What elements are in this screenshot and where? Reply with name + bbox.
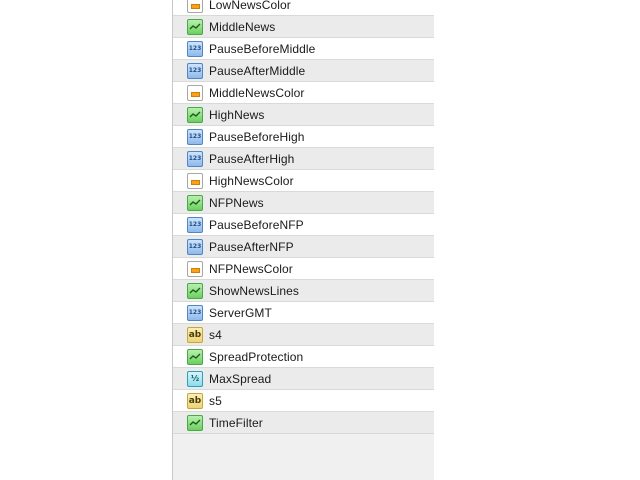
parameter-label: MiddleNewsColor xyxy=(209,85,305,100)
parameter-row[interactable]: ½ MaxSpread xyxy=(173,368,434,390)
double-half-icon: ½ xyxy=(187,370,203,387)
screen: LowNewsColor MiddleNews 123 PauseBeforeMidd… xyxy=(0,0,640,480)
parameter-row[interactable]: TimeFilter xyxy=(173,412,434,434)
parameter-row[interactable]: ShowNewsLines xyxy=(173,280,434,302)
int-123-icon: 123 xyxy=(187,40,203,57)
bool-icon xyxy=(187,18,203,35)
parameter-label: LowNewsColor xyxy=(209,0,291,12)
color-swatch-icon xyxy=(187,84,203,101)
parameter-label: NFPNews xyxy=(209,195,264,210)
color-swatch-icon xyxy=(187,0,203,13)
color-swatch-icon xyxy=(187,260,203,277)
string-ab-icon: ab xyxy=(187,326,203,343)
parameter-row[interactable]: 123 PauseAfterHigh xyxy=(173,148,434,170)
bool-icon xyxy=(187,194,203,211)
parameter-label: PauseBeforeMiddle xyxy=(209,41,316,56)
parameter-label: HighNewsColor xyxy=(209,173,294,188)
inputs-parameter-panel: LowNewsColor MiddleNews 123 PauseBeforeMidd… xyxy=(172,0,434,480)
parameter-row[interactable]: ab s4 xyxy=(173,324,434,346)
parameter-label: PauseAfterNFP xyxy=(209,239,294,254)
parameter-label: MaxSpread xyxy=(209,371,272,386)
panel-bottom-area xyxy=(173,451,434,480)
parameter-label: HighNews xyxy=(209,107,265,122)
parameter-label: s4 xyxy=(209,327,222,342)
parameter-list: LowNewsColor MiddleNews 123 PauseBeforeMidd… xyxy=(173,0,434,434)
bool-icon xyxy=(187,106,203,123)
int-123-icon: 123 xyxy=(187,62,203,79)
bool-icon xyxy=(187,282,203,299)
parameter-row[interactable]: HighNews xyxy=(173,104,434,126)
parameter-label: s5 xyxy=(209,393,222,408)
parameter-label: PauseBeforeNFP xyxy=(209,217,304,232)
parameter-label: ServerGMT xyxy=(209,305,272,320)
parameter-row[interactable]: 123 PauseBeforeHigh xyxy=(173,126,434,148)
parameter-label: PauseBeforeHigh xyxy=(209,129,305,144)
string-ab-icon: ab xyxy=(187,392,203,409)
int-123-icon: 123 xyxy=(187,128,203,145)
parameter-row[interactable]: 123 PauseAfterMiddle xyxy=(173,60,434,82)
parameter-label: SpreadProtection xyxy=(209,349,304,364)
bool-icon xyxy=(187,348,203,365)
parameter-row[interactable]: LowNewsColor xyxy=(173,0,434,16)
parameter-row[interactable]: SpreadProtection xyxy=(173,346,434,368)
parameter-row[interactable]: 123 PauseBeforeNFP xyxy=(173,214,434,236)
parameter-row[interactable]: HighNewsColor xyxy=(173,170,434,192)
color-swatch-icon xyxy=(187,172,203,189)
parameter-row[interactable]: ab s5 xyxy=(173,390,434,412)
bool-icon xyxy=(187,414,203,431)
parameter-label: TimeFilter xyxy=(209,415,263,430)
int-123-icon: 123 xyxy=(187,216,203,233)
int-123-icon: 123 xyxy=(187,238,203,255)
parameter-row[interactable]: MiddleNews xyxy=(173,16,434,38)
parameter-row[interactable]: NFPNewsColor xyxy=(173,258,434,280)
parameter-label: MiddleNews xyxy=(209,19,276,34)
parameter-label: NFPNewsColor xyxy=(209,261,293,276)
parameter-label: ShowNewsLines xyxy=(209,283,300,298)
parameter-row[interactable]: NFPNews xyxy=(173,192,434,214)
parameter-label: PauseAfterHigh xyxy=(209,151,295,166)
int-123-icon: 123 xyxy=(187,150,203,167)
parameter-label: PauseAfterMiddle xyxy=(209,63,306,78)
parameter-row[interactable]: 123 PauseAfterNFP xyxy=(173,236,434,258)
parameter-row[interactable]: 123 ServerGMT xyxy=(173,302,434,324)
parameter-row[interactable]: MiddleNewsColor xyxy=(173,82,434,104)
int-123-icon: 123 xyxy=(187,304,203,321)
parameter-row[interactable]: 123 PauseBeforeMiddle xyxy=(173,38,434,60)
